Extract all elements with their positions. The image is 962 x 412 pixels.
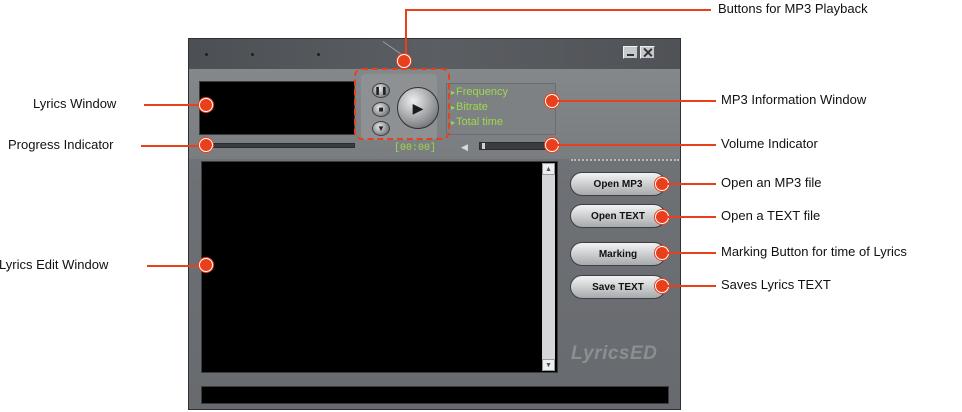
minimize-button[interactable]	[623, 46, 638, 59]
callout-dot	[397, 54, 411, 68]
bitrate-label: Bitrate	[451, 101, 488, 113]
label-marking: Marking Button for time of Lyrics	[721, 244, 907, 259]
title-dot	[317, 53, 320, 56]
divider	[571, 159, 679, 161]
time-readout: [00:00]	[394, 143, 437, 154]
label-save-text: Saves Lyrics TEXT	[721, 277, 831, 292]
minimize-icon	[627, 53, 634, 56]
lyrics-edit-window[interactable]	[201, 161, 558, 373]
label-open-text: Open a TEXT file	[721, 208, 821, 223]
lyrics-window	[199, 81, 355, 135]
callout-line	[141, 145, 206, 147]
label-open-mp3: Open an MP3 file	[721, 175, 822, 190]
save-text-button[interactable]: Save TEXT	[570, 275, 666, 299]
callout-dot	[199, 258, 213, 272]
progress-bar[interactable]	[201, 143, 355, 148]
close-button[interactable]	[640, 46, 655, 59]
label-volume-indicator: Volume Indicator	[721, 136, 818, 151]
label-lyrics-window: Lyrics Window	[33, 96, 117, 111]
callout-line	[552, 144, 716, 146]
callout-line	[662, 216, 716, 218]
callout-line	[405, 9, 711, 11]
status-bar	[201, 386, 669, 404]
speaker-icon: ◀	[461, 142, 468, 152]
callout-line	[147, 265, 206, 267]
playback-highlight	[354, 68, 450, 140]
total-time-label: Total time	[451, 116, 503, 128]
open-mp3-button[interactable]: Open MP3	[570, 172, 666, 196]
volume-thumb[interactable]	[482, 143, 485, 149]
scroll-up-icon[interactable]: ▲	[542, 163, 555, 175]
app-logo: LyricsED	[571, 343, 658, 364]
close-icon	[643, 48, 652, 57]
label-lyrics-edit-window: Lyrics Edit Window	[0, 257, 109, 272]
title-dot	[251, 53, 254, 56]
title-dot	[205, 53, 208, 56]
open-text-button[interactable]: Open TEXT	[570, 204, 666, 228]
callout-dot	[199, 98, 213, 112]
label-mp3-playback: Buttons for MP3 Playback	[718, 1, 868, 16]
callout-line	[662, 183, 716, 185]
callout-line	[144, 104, 206, 106]
label-progress-indicator: Progress Indicator	[8, 137, 114, 152]
marking-button[interactable]: Marking	[570, 242, 666, 266]
volume-slider[interactable]	[479, 142, 555, 150]
scroll-down-icon[interactable]: ▼	[542, 359, 555, 371]
callout-line	[662, 285, 716, 287]
frequency-label: Frequency	[451, 86, 508, 98]
label-mp3-info-window: MP3 Information Window	[721, 92, 867, 107]
callout-line	[405, 9, 407, 60]
callout-dot	[199, 138, 213, 152]
callout-line	[552, 100, 716, 102]
edit-scrollbar[interactable]: ▲ ▼	[542, 163, 555, 371]
callout-line	[662, 252, 716, 254]
title-bar[interactable]	[189, 39, 680, 69]
mp3-info-window: Frequency Bitrate Total time	[446, 83, 556, 135]
